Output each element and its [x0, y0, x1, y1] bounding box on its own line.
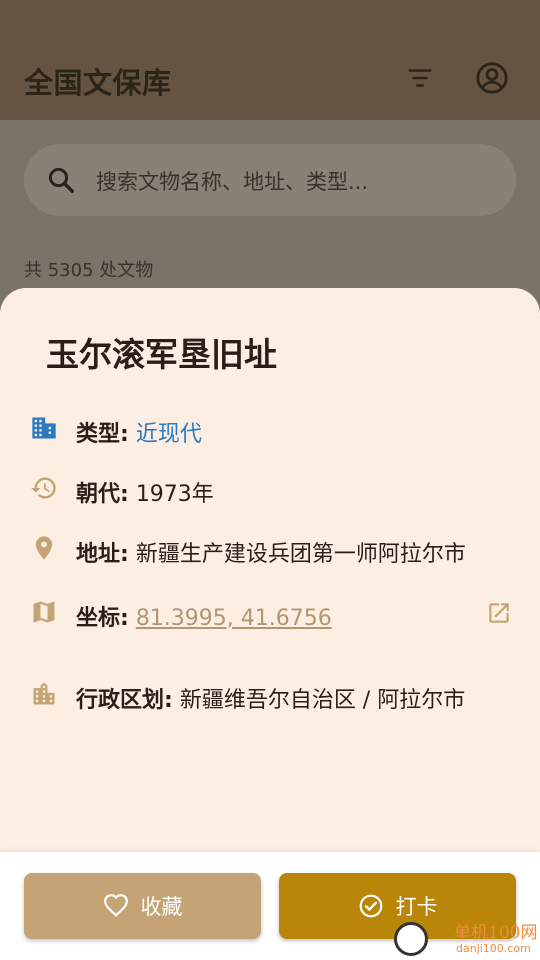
city-icon	[33, 682, 55, 705]
watermark: 单机100网 danji100.com	[392, 918, 540, 960]
watermark-logo-icon	[394, 922, 428, 956]
account-circle-icon	[476, 62, 508, 94]
coordinates-link[interactable]: 81.3995, 41.6756	[136, 606, 332, 631]
map-icon	[33, 601, 55, 623]
coordinates-label: 坐标:	[76, 606, 129, 631]
type-value-link[interactable]: 近现代	[136, 422, 202, 447]
building-icon	[32, 417, 56, 439]
type-label: 类型:	[76, 422, 129, 447]
location-pin-icon	[35, 536, 53, 560]
search-input[interactable]: 搜索文物名称、地址、类型...	[24, 144, 516, 216]
favorite-button[interactable]: 收藏	[24, 873, 261, 939]
filter-icon	[408, 69, 432, 87]
search-icon	[48, 167, 74, 193]
watermark-brand: 单机100网	[454, 923, 538, 943]
watermark-url: danji100.com	[456, 942, 531, 955]
search-placeholder: 搜索文物名称、地址、类型...	[96, 170, 369, 194]
app-bar: 全国文保库	[0, 0, 540, 120]
site-title: 玉尔滚军垦旧址	[46, 335, 277, 374]
favorite-label: 收藏	[140, 895, 183, 919]
region-label: 行政区划:	[76, 688, 173, 713]
detail-row-coordinates: 坐标: 81.3995, 41.6756	[30, 594, 520, 634]
heart-outline-icon	[103, 894, 128, 917]
dynasty-label: 朝代:	[76, 482, 129, 507]
history-icon	[31, 477, 56, 499]
region-value: 新疆维吾尔自治区 / 阿拉尔市	[179, 688, 466, 713]
app-title: 全国文保库	[24, 66, 172, 100]
account-button[interactable]	[472, 58, 512, 98]
address-label: 地址:	[76, 542, 129, 567]
detail-row-dynasty: 朝代: 1973年	[30, 470, 520, 510]
checkin-label: 打卡	[395, 895, 438, 919]
detail-row-type: 类型: 近现代	[30, 410, 520, 450]
dynasty-value: 1973年	[135, 482, 214, 507]
open-external-icon[interactable]	[486, 600, 512, 626]
filter-button[interactable]	[400, 58, 440, 98]
detail-row-region: 行政区划: 新疆维吾尔自治区 / 阿拉尔市	[30, 676, 520, 716]
address-value: 新疆生产建设兵团第一师阿拉尔市	[135, 542, 466, 567]
check-circle-icon	[359, 894, 382, 918]
result-count: 共 5305 处文物	[24, 260, 154, 281]
detail-row-address: 地址: 新疆生产建设兵团第一师阿拉尔市	[30, 530, 520, 570]
